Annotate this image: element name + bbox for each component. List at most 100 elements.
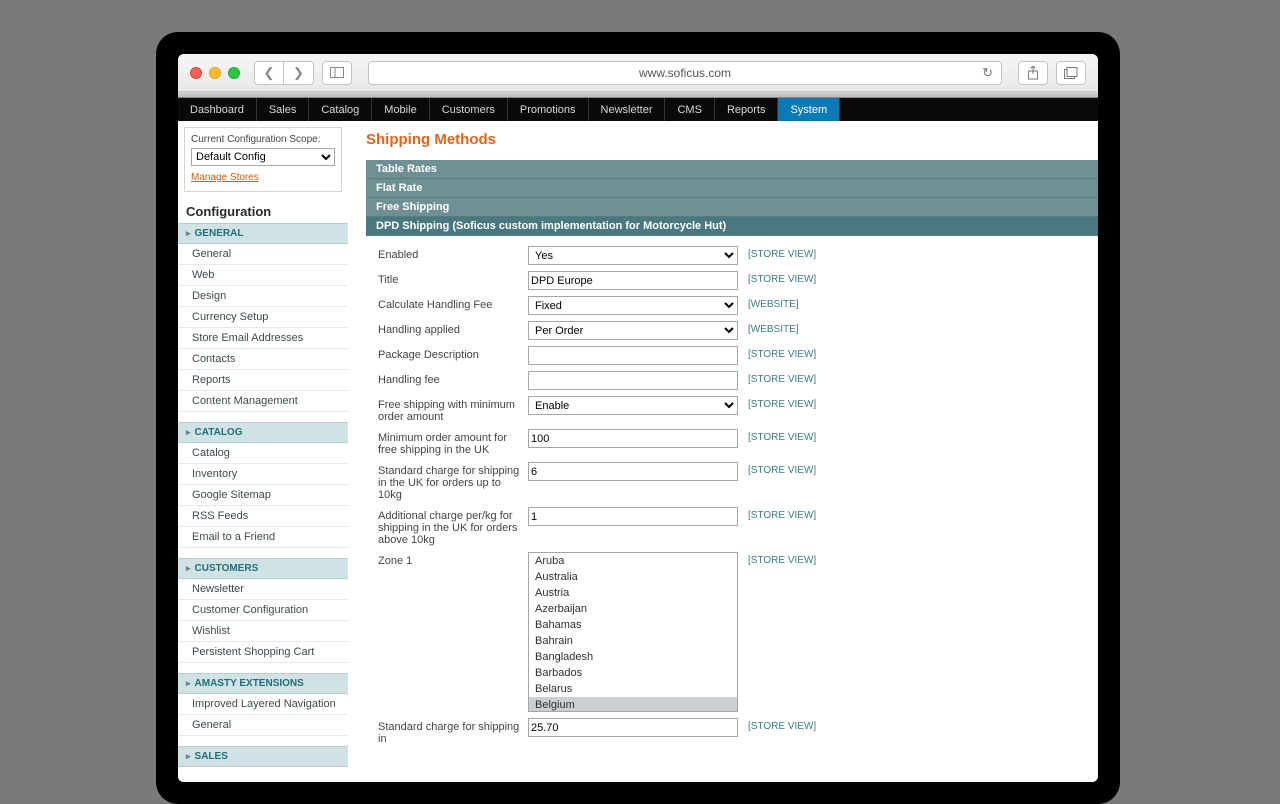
back-button[interactable]: ❮	[254, 61, 284, 85]
topnav-system[interactable]: System	[778, 98, 840, 121]
sidebar-item-inventory[interactable]: Inventory	[178, 464, 348, 485]
form-input[interactable]	[528, 718, 738, 737]
sidebar-item-currency-setup[interactable]: Currency Setup	[178, 307, 348, 328]
form-label: Handling applied	[378, 321, 528, 336]
form-select[interactable]: Fixed	[528, 296, 738, 315]
form-label: Standard charge for shipping in the UK f…	[378, 462, 528, 501]
section-header-catalog[interactable]: CATALOG	[178, 422, 348, 443]
topnav-customers[interactable]: Customers	[430, 98, 508, 121]
nav-back-forward: ❮ ❯	[254, 61, 314, 85]
manage-stores-link[interactable]: Manage Stores	[191, 172, 259, 183]
multiselect-option[interactable]: Bahrain	[529, 633, 737, 649]
sidebar-item-persistent-shopping-cart[interactable]: Persistent Shopping Cart	[178, 642, 348, 663]
share-button[interactable]	[1018, 61, 1048, 85]
multiselect-option[interactable]: Barbados	[529, 665, 737, 681]
multiselect-option[interactable]: Azerbaijan	[529, 601, 737, 617]
multiselect-option[interactable]: Australia	[529, 569, 737, 585]
config-scope-box: Current Configuration Scope: Default Con…	[184, 127, 342, 192]
sidebar-item-improved-layered-navigation[interactable]: Improved Layered Navigation	[178, 694, 348, 715]
form-label: Free shipping with minimum order amount	[378, 396, 528, 423]
sidebar-item-newsletter[interactable]: Newsletter	[178, 579, 348, 600]
sidebar-item-general[interactable]: General	[178, 244, 348, 265]
sidebar-item-content-management[interactable]: Content Management	[178, 391, 348, 412]
form-label: Handling fee	[378, 371, 528, 386]
topnav-newsletter[interactable]: Newsletter	[589, 98, 666, 121]
maximize-window-icon[interactable]	[228, 67, 240, 79]
url-bar[interactable]: www.soficus.com ↻	[368, 61, 1002, 85]
form-input[interactable]	[528, 371, 738, 390]
section-header-general[interactable]: GENERAL	[178, 223, 348, 244]
form-input[interactable]	[528, 507, 738, 526]
tabs-button[interactable]	[1056, 61, 1086, 85]
reload-icon[interactable]: ↻	[982, 65, 993, 81]
browser-chrome: ❮ ❯ www.soficus.com ↻	[178, 54, 1098, 92]
section-header-sales[interactable]: SALES	[178, 746, 348, 767]
multiselect-option[interactable]: Bangladesh	[529, 649, 737, 665]
sidebar-item-rss-feeds[interactable]: RSS Feeds	[178, 506, 348, 527]
accordion-flat[interactable]: Flat Rate	[366, 179, 1098, 198]
form-label: Enabled	[378, 246, 528, 261]
sidebar-item-wishlist[interactable]: Wishlist	[178, 621, 348, 642]
scope-tag: [STORE VIEW]	[748, 346, 816, 360]
top-nav: DashboardSalesCatalogMobileCustomersProm…	[178, 98, 1098, 121]
topnav-cms[interactable]: CMS	[665, 98, 714, 121]
accordion-dpd[interactable]: DPD Shipping (Soficus custom implementat…	[366, 217, 1098, 236]
minimize-window-icon[interactable]	[209, 67, 221, 79]
scope-select[interactable]: Default Config	[191, 148, 335, 166]
form-input[interactable]	[528, 346, 738, 365]
sidebar-item-design[interactable]: Design	[178, 286, 348, 307]
scope-tag: [STORE VIEW]	[748, 371, 816, 385]
form-label: Zone 1	[378, 552, 528, 567]
scope-tag: [WEBSITE]	[748, 296, 799, 310]
form-input[interactable]	[528, 429, 738, 448]
form-label: Package Description	[378, 346, 528, 361]
scope-tag: [STORE VIEW]	[748, 396, 816, 410]
sidebar-toggle-button[interactable]	[322, 61, 352, 85]
sidebar-item-google-sitemap[interactable]: Google Sitemap	[178, 485, 348, 506]
sidebar-item-store-email-addresses[interactable]: Store Email Addresses	[178, 328, 348, 349]
zone-multiselect[interactable]: ArubaAustraliaAustriaAzerbaijanBahamasBa…	[528, 552, 738, 712]
scope-tag: [STORE VIEW]	[748, 429, 816, 443]
form-label: Calculate Handling Fee	[378, 296, 528, 311]
form-label: Minimum order amount for free shipping i…	[378, 429, 528, 456]
multiselect-option[interactable]: Belgium	[529, 697, 737, 712]
form-input[interactable]	[528, 271, 738, 290]
form-select[interactable]: Per Order	[528, 321, 738, 340]
sidebar-item-reports[interactable]: Reports	[178, 370, 348, 391]
topnav-catalog[interactable]: Catalog	[309, 98, 372, 121]
topnav-sales[interactable]: Sales	[257, 98, 310, 121]
form-label: Title	[378, 271, 528, 286]
scope-tag: [STORE VIEW]	[748, 271, 816, 285]
form-select[interactable]: Enable	[528, 396, 738, 415]
sidebar-item-catalog[interactable]: Catalog	[178, 443, 348, 464]
scope-tag: [STORE VIEW]	[748, 718, 816, 732]
sidebar-item-email-to-a-friend[interactable]: Email to a Friend	[178, 527, 348, 548]
topnav-mobile[interactable]: Mobile	[372, 98, 429, 121]
scope-tag: [STORE VIEW]	[748, 246, 816, 260]
multiselect-option[interactable]: Austria	[529, 585, 737, 601]
sidebar-item-customer-configuration[interactable]: Customer Configuration	[178, 600, 348, 621]
form-input[interactable]	[528, 462, 738, 481]
topnav-dashboard[interactable]: Dashboard	[178, 98, 257, 121]
close-window-icon[interactable]	[190, 67, 202, 79]
sidebar-item-general[interactable]: General	[178, 715, 348, 736]
app-content: DashboardSalesCatalogMobileCustomersProm…	[178, 92, 1098, 782]
section-header-amasty-extensions[interactable]: AMASTY EXTENSIONS	[178, 673, 348, 694]
multiselect-option[interactable]: Aruba	[529, 553, 737, 569]
accordion-table[interactable]: Table Rates	[366, 160, 1098, 179]
accordion-free[interactable]: Free Shipping	[366, 198, 1098, 217]
forward-button[interactable]: ❯	[284, 61, 314, 85]
browser-window: ❮ ❯ www.soficus.com ↻ DashboardSales	[178, 54, 1098, 782]
section-header-customers[interactable]: CUSTOMERS	[178, 558, 348, 579]
sidebar-item-web[interactable]: Web	[178, 265, 348, 286]
topnav-reports[interactable]: Reports	[715, 98, 779, 121]
topnav-promotions[interactable]: Promotions	[508, 98, 589, 121]
form-select[interactable]: Yes	[528, 246, 738, 265]
multiselect-option[interactable]: Bahamas	[529, 617, 737, 633]
scope-label: Current Configuration Scope:	[191, 134, 335, 145]
multiselect-option[interactable]: Belarus	[529, 681, 737, 697]
accordion: Table RatesFlat RateFree ShippingDPD Shi…	[366, 160, 1098, 236]
form-label: Standard charge for shipping in	[378, 718, 528, 745]
sidebar-item-contacts[interactable]: Contacts	[178, 349, 348, 370]
scope-tag: [STORE VIEW]	[748, 462, 816, 476]
